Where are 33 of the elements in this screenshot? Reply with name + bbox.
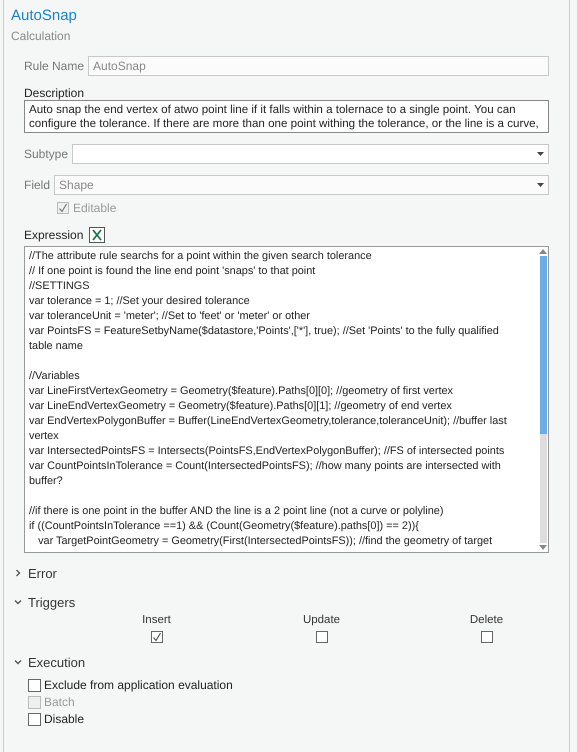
description-field[interactable]: Auto snap the end vertex of atwo point line if it falls within a tolernace to a single point. You can configure the tolerance. If there are more than one point withing the tolerance, or the line is a curve, (24, 100, 549, 133)
trigger-checkbox[interactable] (480, 631, 492, 643)
section-header[interactable]: Error (28, 566, 57, 580)
trigger-checkbox[interactable] (316, 631, 328, 643)
checkbox-label: Disable (44, 712, 84, 726)
field-label: Field (24, 178, 50, 192)
chevron-icon[interactable] (14, 598, 22, 606)
option-checkbox[interactable] (28, 678, 41, 692)
rule-title: AutoSnap (10, 6, 78, 24)
scrollbar[interactable] (538, 247, 548, 552)
field-label: Description (24, 86, 84, 100)
scroll-down-arrow-icon[interactable] (539, 545, 547, 550)
chevron-icon[interactable] (14, 569, 22, 577)
trigger-checkbox[interactable] (150, 631, 162, 643)
field-label: Rule Name (24, 59, 84, 73)
checkbox-label: Batch (44, 695, 75, 709)
option-checkbox[interactable] (28, 712, 41, 726)
field-label: Subtype (24, 147, 68, 161)
section-header[interactable]: Triggers (28, 594, 76, 610)
spreadsheet-icon[interactable] (89, 227, 106, 243)
checkbox-label: Update (302, 614, 340, 626)
rule-type: Calculation (10, 28, 72, 43)
scroll-up-arrow-icon[interactable] (539, 249, 547, 254)
section-header[interactable]: Execution (28, 654, 86, 670)
checkbox-label: Editable (73, 201, 116, 215)
expression-editor[interactable]: //The attribute rule searchs for a point within the given search tolerance // If one point is found the line end point 'snaps' to that point //SETTINGS var tolerance = 1; //Set your desired tolerance var toleranceUnit = 'meter'; //Set to 'feet' or 'meter' or other var PointsFS = FeatureSetbyName($datastore,'Points',['*'], true); //Set 'Points' to the fully qualified table name //Variables var LineFirstVertexGeometry = Geometry($feature).Paths[0][0]; //geometry of first vertex var LineEndVertexGeometry = Geometry($feature).Paths[0][1]; //geometry of end vertex var EndVertexPolygonBuffer = Buffer(LineEndVertexGeometry,tolerance,toleranceUnit); //buffer last vertex var IntersectedPointsFS = Intersects(PointsFS,EndVertexPolygonBuffer); //FS of intersected points var CountPointsInTolerance = Count(IntersectedPointsFS); //how many points are intersected with buffer? //if there is one point in the buffer AND the line is a 2 point line (not a curve or polyline) if ((CountPointsInTolerance ==1) && (Count(Geometry($feature).paths[0]) == 2)){ var TargetPointGeometry = Geometry(First(IntersectedPointsFS)); //find the geometry of target (24, 246, 549, 553)
dropdown-caret-icon (537, 183, 544, 187)
checkbox-label: Delete (470, 614, 504, 626)
checkbox-label: Insert (142, 614, 171, 626)
dropdown-caret-icon (537, 152, 544, 156)
chevron-icon[interactable] (14, 658, 22, 666)
field-label: Expression (24, 228, 84, 242)
checkbox-label: Exclude from application evaluation (44, 678, 233, 692)
